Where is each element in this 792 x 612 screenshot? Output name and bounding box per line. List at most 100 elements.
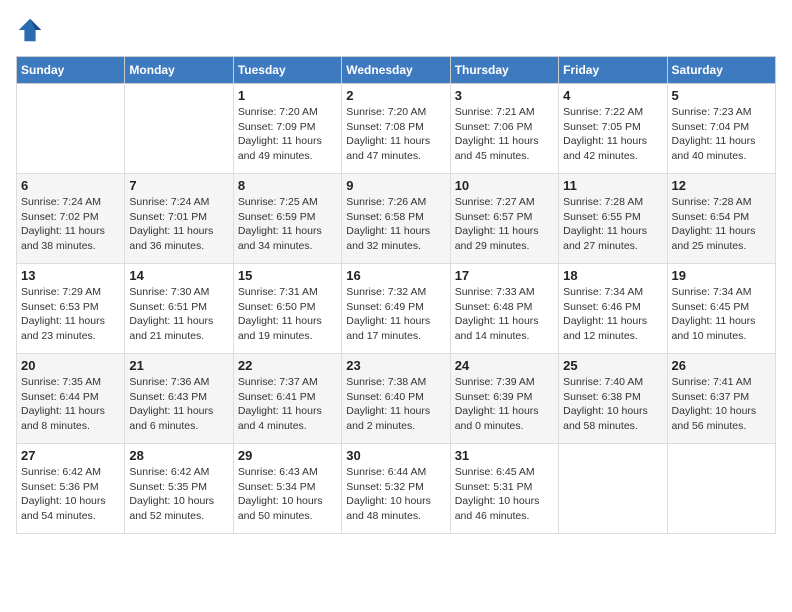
- calendar-cell: 8 Sunrise: 7:25 AMSunset: 6:59 PMDaylight…: [233, 174, 341, 264]
- day-info: Sunrise: 7:22 AMSunset: 7:05 PMDaylight:…: [563, 105, 662, 164]
- calendar-week-row: 13 Sunrise: 7:29 AMSunset: 6:53 PMDayligh…: [17, 264, 776, 354]
- calendar-cell: [667, 444, 775, 534]
- day-number: 2: [346, 88, 445, 103]
- day-number: 16: [346, 268, 445, 283]
- calendar-cell: 31 Sunrise: 6:45 AMSunset: 5:31 PMDayligh…: [450, 444, 558, 534]
- day-info: Sunrise: 7:24 AMSunset: 7:01 PMDaylight:…: [129, 195, 228, 254]
- calendar-cell: 5 Sunrise: 7:23 AMSunset: 7:04 PMDaylight…: [667, 84, 775, 174]
- calendar-week-row: 20 Sunrise: 7:35 AMSunset: 6:44 PMDayligh…: [17, 354, 776, 444]
- weekday-header: Monday: [125, 57, 233, 84]
- day-number: 22: [238, 358, 337, 373]
- calendar-cell: 18 Sunrise: 7:34 AMSunset: 6:46 PMDayligh…: [559, 264, 667, 354]
- day-info: Sunrise: 7:34 AMSunset: 6:46 PMDaylight:…: [563, 285, 662, 344]
- day-number: 3: [455, 88, 554, 103]
- calendar-week-row: 1 Sunrise: 7:20 AMSunset: 7:09 PMDaylight…: [17, 84, 776, 174]
- calendar-cell: 26 Sunrise: 7:41 AMSunset: 6:37 PMDayligh…: [667, 354, 775, 444]
- day-number: 9: [346, 178, 445, 193]
- day-number: 24: [455, 358, 554, 373]
- day-number: 26: [672, 358, 771, 373]
- day-info: Sunrise: 7:26 AMSunset: 6:58 PMDaylight:…: [346, 195, 445, 254]
- day-info: Sunrise: 7:38 AMSunset: 6:40 PMDaylight:…: [346, 375, 445, 434]
- day-info: Sunrise: 7:28 AMSunset: 6:55 PMDaylight:…: [563, 195, 662, 254]
- logo: [16, 16, 48, 44]
- day-info: Sunrise: 7:24 AMSunset: 7:02 PMDaylight:…: [21, 195, 120, 254]
- calendar-cell: 23 Sunrise: 7:38 AMSunset: 6:40 PMDayligh…: [342, 354, 450, 444]
- day-number: 31: [455, 448, 554, 463]
- day-number: 6: [21, 178, 120, 193]
- calendar-cell: 29 Sunrise: 6:43 AMSunset: 5:34 PMDayligh…: [233, 444, 341, 534]
- calendar-cell: 24 Sunrise: 7:39 AMSunset: 6:39 PMDayligh…: [450, 354, 558, 444]
- day-number: 25: [563, 358, 662, 373]
- day-number: 29: [238, 448, 337, 463]
- day-number: 14: [129, 268, 228, 283]
- day-info: Sunrise: 7:39 AMSunset: 6:39 PMDaylight:…: [455, 375, 554, 434]
- logo-icon: [16, 16, 44, 44]
- day-info: Sunrise: 7:25 AMSunset: 6:59 PMDaylight:…: [238, 195, 337, 254]
- calendar-cell: 17Sunrise: 7:33 AMSunset: 6:48 PMDayligh…: [450, 264, 558, 354]
- calendar-cell: 21 Sunrise: 7:36 AMSunset: 6:43 PMDayligh…: [125, 354, 233, 444]
- day-info: Sunrise: 6:44 AMSunset: 5:32 PMDaylight:…: [346, 465, 445, 524]
- calendar-table: SundayMondayTuesdayWednesdayThursdayFrid…: [16, 56, 776, 534]
- day-number: 18: [563, 268, 662, 283]
- day-info: Sunrise: 7:28 AMSunset: 6:54 PMDaylight:…: [672, 195, 771, 254]
- day-info: Sunrise: 7:35 AMSunset: 6:44 PMDaylight:…: [21, 375, 120, 434]
- calendar-week-row: 6 Sunrise: 7:24 AMSunset: 7:02 PMDaylight…: [17, 174, 776, 264]
- day-info: Sunrise: 7:31 AMSunset: 6:50 PMDaylight:…: [238, 285, 337, 344]
- calendar-cell: 25Sunrise: 7:40 AMSunset: 6:38 PMDayligh…: [559, 354, 667, 444]
- day-number: 11: [563, 178, 662, 193]
- calendar-cell: 4 Sunrise: 7:22 AMSunset: 7:05 PMDaylight…: [559, 84, 667, 174]
- day-number: 13: [21, 268, 120, 283]
- weekday-header: Wednesday: [342, 57, 450, 84]
- calendar-cell: 6 Sunrise: 7:24 AMSunset: 7:02 PMDaylight…: [17, 174, 125, 264]
- day-info: Sunrise: 7:21 AMSunset: 7:06 PMDaylight:…: [455, 105, 554, 164]
- day-info: Sunrise: 7:41 AMSunset: 6:37 PMDaylight:…: [672, 375, 771, 434]
- calendar-cell: 14Sunrise: 7:30 AMSunset: 6:51 PMDayligh…: [125, 264, 233, 354]
- weekday-header: Saturday: [667, 57, 775, 84]
- weekday-header: Friday: [559, 57, 667, 84]
- day-info: Sunrise: 7:34 AMSunset: 6:45 PMDaylight:…: [672, 285, 771, 344]
- day-info: Sunrise: 7:36 AMSunset: 6:43 PMDaylight:…: [129, 375, 228, 434]
- day-info: Sunrise: 7:32 AMSunset: 6:49 PMDaylight:…: [346, 285, 445, 344]
- calendar-cell: 7 Sunrise: 7:24 AMSunset: 7:01 PMDaylight…: [125, 174, 233, 264]
- calendar-cell: [17, 84, 125, 174]
- calendar-header-row: SundayMondayTuesdayWednesdayThursdayFrid…: [17, 57, 776, 84]
- day-number: 30: [346, 448, 445, 463]
- day-number: 10: [455, 178, 554, 193]
- day-info: Sunrise: 6:42 AMSunset: 5:35 PMDaylight:…: [129, 465, 228, 524]
- day-info: Sunrise: 6:45 AMSunset: 5:31 PMDaylight:…: [455, 465, 554, 524]
- calendar-week-row: 27 Sunrise: 6:42 AMSunset: 5:36 PMDayligh…: [17, 444, 776, 534]
- calendar-cell: 15 Sunrise: 7:31 AMSunset: 6:50 PMDayligh…: [233, 264, 341, 354]
- day-info: Sunrise: 7:29 AMSunset: 6:53 PMDaylight:…: [21, 285, 120, 344]
- calendar-cell: 22 Sunrise: 7:37 AMSunset: 6:41 PMDayligh…: [233, 354, 341, 444]
- day-info: Sunrise: 7:37 AMSunset: 6:41 PMDaylight:…: [238, 375, 337, 434]
- calendar-cell: 30 Sunrise: 6:44 AMSunset: 5:32 PMDayligh…: [342, 444, 450, 534]
- calendar-cell: 13 Sunrise: 7:29 AMSunset: 6:53 PMDayligh…: [17, 264, 125, 354]
- day-number: 21: [129, 358, 228, 373]
- day-number: 20: [21, 358, 120, 373]
- day-info: Sunrise: 7:27 AMSunset: 6:57 PMDaylight:…: [455, 195, 554, 254]
- day-number: 28: [129, 448, 228, 463]
- calendar-cell: 10 Sunrise: 7:27 AMSunset: 6:57 PMDayligh…: [450, 174, 558, 264]
- calendar-cell: 1 Sunrise: 7:20 AMSunset: 7:09 PMDaylight…: [233, 84, 341, 174]
- day-info: Sunrise: 7:20 AMSunset: 7:08 PMDaylight:…: [346, 105, 445, 164]
- calendar-cell: 16 Sunrise: 7:32 AMSunset: 6:49 PMDayligh…: [342, 264, 450, 354]
- day-info: Sunrise: 6:42 AMSunset: 5:36 PMDaylight:…: [21, 465, 120, 524]
- day-number: 1: [238, 88, 337, 103]
- day-number: 12: [672, 178, 771, 193]
- calendar-cell: 20 Sunrise: 7:35 AMSunset: 6:44 PMDayligh…: [17, 354, 125, 444]
- day-number: 15: [238, 268, 337, 283]
- day-number: 4: [563, 88, 662, 103]
- day-number: 27: [21, 448, 120, 463]
- day-number: 5: [672, 88, 771, 103]
- day-number: 7: [129, 178, 228, 193]
- day-info: Sunrise: 7:20 AMSunset: 7:09 PMDaylight:…: [238, 105, 337, 164]
- calendar-cell: 27 Sunrise: 6:42 AMSunset: 5:36 PMDayligh…: [17, 444, 125, 534]
- calendar-cell: 19Sunrise: 7:34 AMSunset: 6:45 PMDayligh…: [667, 264, 775, 354]
- weekday-header: Sunday: [17, 57, 125, 84]
- day-info: Sunrise: 6:43 AMSunset: 5:34 PMDaylight:…: [238, 465, 337, 524]
- day-number: 8: [238, 178, 337, 193]
- calendar-cell: 12 Sunrise: 7:28 AMSunset: 6:54 PMDayligh…: [667, 174, 775, 264]
- day-number: 23: [346, 358, 445, 373]
- day-info: Sunrise: 7:23 AMSunset: 7:04 PMDaylight:…: [672, 105, 771, 164]
- calendar-cell: 2 Sunrise: 7:20 AMSunset: 7:08 PMDaylight…: [342, 84, 450, 174]
